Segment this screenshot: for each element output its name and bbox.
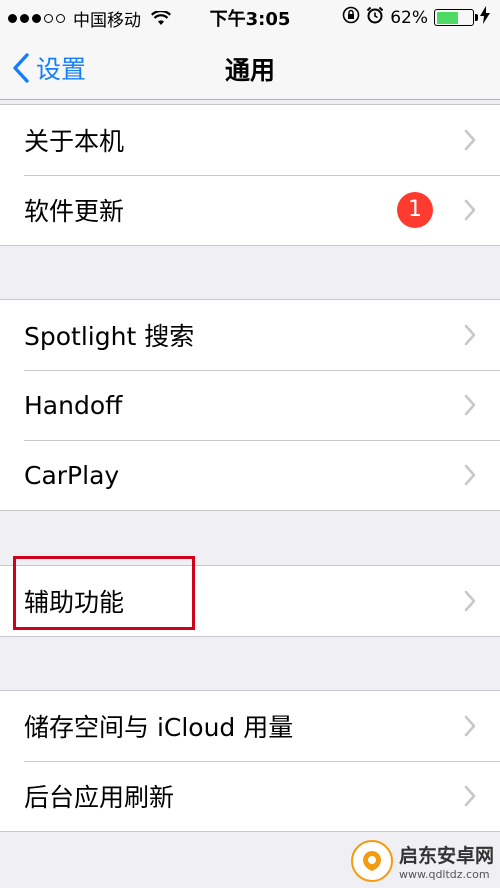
page-title: 通用	[224, 56, 275, 85]
watermark-logo-icon	[350, 840, 393, 882]
chevron-right-icon	[464, 324, 476, 346]
chevron-right-icon	[464, 394, 476, 416]
row-background-app-refresh[interactable]: 后台应用刷新	[0, 761, 500, 831]
row-label: Handoff	[24, 390, 123, 420]
chevron-right-icon	[464, 785, 476, 807]
settings-group-accessibility: 辅助功能	[0, 565, 500, 637]
row-label: CarPlay	[24, 460, 120, 490]
watermark-name: 启东安卓网	[398, 845, 494, 867]
row-handoff[interactable]: Handoff	[0, 370, 500, 440]
alarm-icon	[366, 6, 384, 29]
watermark-text: 启东安卓网 www.qdltdz.com	[399, 841, 494, 881]
status-right: 62%	[342, 6, 490, 29]
chevron-right-icon	[464, 199, 476, 221]
battery-icon	[434, 9, 478, 26]
orientation-lock-icon	[342, 6, 360, 29]
row-label: 辅助功能	[24, 588, 125, 617]
navigation-bar: 设置 通用	[0, 34, 500, 100]
charging-bolt-icon	[480, 6, 490, 29]
battery-percent: 62%	[390, 7, 428, 28]
battery-fill	[436, 11, 459, 24]
settings-group-storage: 储存空间与 iCloud 用量 后台应用刷新	[0, 690, 500, 832]
status-bar: 中国移动 下午3:05 62%	[0, 0, 500, 34]
chevron-right-icon	[464, 590, 476, 612]
row-label: 后台应用刷新	[24, 783, 175, 812]
row-label: Spotlight 搜索	[24, 322, 195, 351]
row-storage-icloud-usage[interactable]: 储存空间与 iCloud 用量	[0, 691, 500, 761]
chevron-right-icon	[464, 464, 476, 486]
watermark-url: www.qdltdz.com	[398, 868, 490, 881]
row-label: 储存空间与 iCloud 用量	[24, 713, 294, 742]
row-carplay[interactable]: CarPlay	[0, 440, 500, 510]
settings-group-continuity: Spotlight 搜索 Handoff CarPlay	[0, 299, 500, 511]
row-about[interactable]: 关于本机	[0, 105, 500, 175]
row-label: 软件更新	[24, 197, 125, 226]
row-label: 关于本机	[24, 127, 125, 156]
watermark: 启东安卓网 www.qdltdz.com	[350, 840, 494, 882]
chevron-right-icon	[464, 715, 476, 737]
update-count-badge: 1	[397, 192, 433, 228]
settings-group-about: 关于本机 软件更新 1	[0, 104, 500, 246]
row-spotlight-search[interactable]: Spotlight 搜索	[0, 300, 500, 370]
chevron-right-icon	[464, 129, 476, 151]
row-software-update[interactable]: 软件更新 1	[0, 175, 500, 245]
row-accessibility[interactable]: 辅助功能	[0, 566, 500, 636]
